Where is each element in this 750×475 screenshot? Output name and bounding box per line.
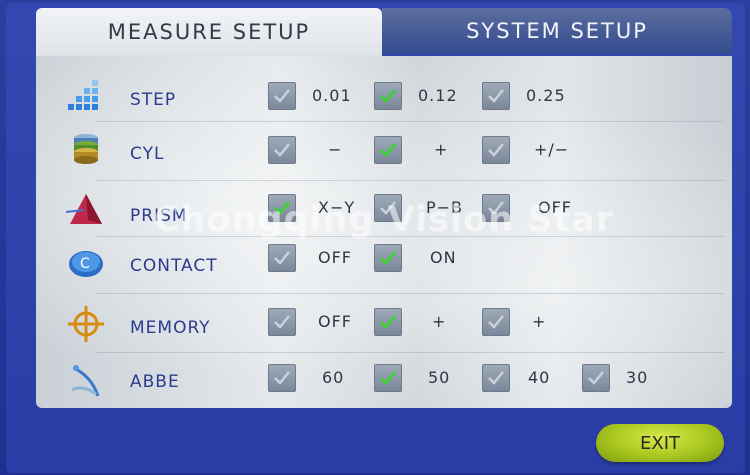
setting-row-step: STEP 0.01 0.12 0.25 bbox=[36, 70, 732, 126]
checkbox[interactable] bbox=[374, 364, 402, 392]
row-divider bbox=[96, 180, 724, 181]
row-label-cyl: CYL bbox=[130, 144, 165, 164]
watermark: Chongqing Vision Star bbox=[153, 200, 615, 240]
option-label: ON bbox=[430, 248, 457, 267]
row-label-contact: CONTACT bbox=[130, 256, 218, 276]
option-label: + bbox=[532, 312, 547, 331]
checkbox[interactable] bbox=[482, 308, 510, 336]
tab-bar: MEASURE SETUP SYSTEM SETUP bbox=[36, 8, 732, 56]
option-label: OFF bbox=[318, 312, 352, 331]
exit-button[interactable]: EXIT bbox=[596, 424, 724, 462]
abbe-icon bbox=[66, 360, 106, 400]
option-label: 50 bbox=[428, 368, 451, 387]
checkbox[interactable] bbox=[374, 136, 402, 164]
option-label: 40 bbox=[528, 368, 551, 387]
svg-text:C: C bbox=[80, 256, 90, 272]
tab-measure-setup[interactable]: MEASURE SETUP bbox=[36, 8, 382, 56]
checkbox[interactable] bbox=[374, 308, 402, 336]
option-label: − bbox=[328, 140, 343, 159]
bars-icon bbox=[66, 74, 106, 114]
option-label: 60 bbox=[322, 368, 345, 387]
setting-row-contact: C CONTACT OFF ON bbox=[36, 236, 732, 292]
row-label-abbe: ABBE bbox=[130, 372, 180, 392]
checkbox[interactable] bbox=[268, 308, 296, 336]
checkbox[interactable] bbox=[582, 364, 610, 392]
row-divider bbox=[96, 121, 724, 122]
option-label: 30 bbox=[626, 368, 649, 387]
option-label: OFF bbox=[318, 248, 352, 267]
checkbox[interactable] bbox=[268, 136, 296, 164]
checkbox[interactable] bbox=[482, 82, 510, 110]
option-label: 0.01 bbox=[312, 86, 352, 105]
row-label-memory: MEMORY bbox=[130, 318, 211, 338]
tab-system-setup[interactable]: SYSTEM SETUP bbox=[382, 8, 732, 54]
checkbox[interactable] bbox=[268, 82, 296, 110]
cylinder-icon bbox=[66, 130, 106, 170]
checkbox[interactable] bbox=[374, 82, 402, 110]
row-divider bbox=[96, 293, 724, 294]
crosshair-icon bbox=[66, 304, 106, 344]
row-label-step: STEP bbox=[130, 90, 177, 110]
checkbox[interactable] bbox=[268, 364, 296, 392]
checkbox[interactable] bbox=[482, 136, 510, 164]
option-label: + bbox=[432, 312, 447, 331]
checkbox[interactable] bbox=[482, 364, 510, 392]
option-label: +/− bbox=[534, 140, 570, 159]
setting-row-memory: MEMORY OFF + + bbox=[36, 296, 732, 352]
checkbox[interactable] bbox=[268, 244, 296, 272]
setting-row-cyl: CYL − + +/− bbox=[36, 124, 732, 180]
checkbox[interactable] bbox=[374, 244, 402, 272]
option-label: 0.25 bbox=[526, 86, 566, 105]
option-label: 0.12 bbox=[418, 86, 458, 105]
option-label: + bbox=[434, 140, 449, 159]
contact-lens-icon: C bbox=[66, 242, 106, 282]
setting-row-abbe: ABBE 60 50 40 30 bbox=[36, 352, 732, 408]
